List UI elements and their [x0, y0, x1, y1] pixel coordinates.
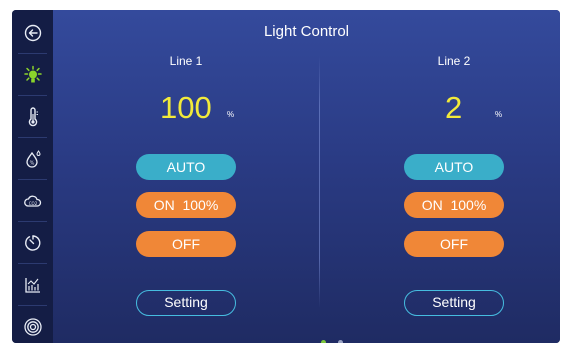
sidebar-item-timer[interactable] [12, 222, 53, 263]
on-button[interactable]: ON 100% [404, 192, 504, 218]
ring-target-icon [23, 317, 42, 336]
light-bulb-icon [23, 65, 42, 82]
sidebar-item-back[interactable] [12, 12, 53, 53]
sidebar-item-humidity[interactable]: % [12, 138, 53, 179]
setting-button[interactable]: Setting [404, 290, 504, 316]
back-arrow-icon [24, 24, 41, 41]
sidebar-item-statistics[interactable] [12, 264, 53, 305]
setting-button[interactable]: Setting [136, 290, 236, 316]
level-value: 2 [445, 90, 463, 125]
timer-icon [24, 234, 40, 251]
thermometer-icon [28, 106, 38, 126]
sidebar-item-more[interactable] [12, 306, 53, 343]
co2-cloud-icon: CO2 [23, 195, 41, 207]
on-button[interactable]: ON 100% [136, 192, 236, 218]
humidity-drop-icon: % [25, 149, 41, 168]
column-divider [319, 56, 320, 308]
main-panel: Light Control Line 1 100 % AUTO ON 100% … [53, 10, 560, 343]
line-1-panel: Line 1 100 % AUTO ON 100% OFF Setting [136, 10, 296, 343]
sidebar-item-co2[interactable]: CO2 [12, 180, 53, 221]
svg-text:%: % [29, 160, 34, 166]
device-screen: % CO2 Light Control Line 1 100 % AUTO ON… [12, 10, 560, 343]
off-button[interactable]: OFF [404, 231, 504, 257]
level-value: 100 [160, 90, 212, 125]
sidebar-item-light[interactable] [12, 54, 53, 95]
sidebar: % CO2 [12, 10, 53, 343]
svg-text:CO2: CO2 [28, 200, 37, 205]
page-dot-active[interactable] [321, 340, 326, 343]
bar-chart-icon [24, 277, 40, 293]
page-dot[interactable] [338, 340, 343, 343]
level-unit: % [495, 110, 503, 119]
off-button[interactable]: OFF [136, 231, 236, 257]
level-display: 2 % [404, 88, 504, 128]
sidebar-item-temperature[interactable] [12, 96, 53, 137]
line-label: Line 1 [169, 54, 203, 68]
level-unit: % [227, 110, 235, 119]
line-label: Line 2 [437, 54, 471, 68]
level-display: 100 % [136, 88, 236, 128]
auto-button[interactable]: AUTO [136, 154, 236, 180]
auto-button[interactable]: AUTO [404, 154, 504, 180]
line-2-panel: Line 2 2 % AUTO ON 100% OFF Setting [404, 10, 560, 343]
